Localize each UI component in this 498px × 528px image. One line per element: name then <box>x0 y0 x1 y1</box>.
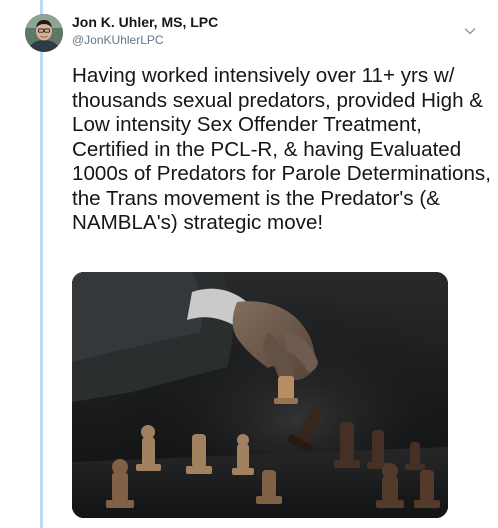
chess-photo <box>72 272 448 518</box>
author-handle[interactable]: @JonKUhlerLPC <box>72 33 164 47</box>
tweet-media[interactable] <box>72 272 448 518</box>
avatar-photo <box>25 14 63 52</box>
chevron-down-icon[interactable] <box>462 23 478 39</box>
thread-connector-line <box>40 0 43 528</box>
tweet-text: Having worked intensively over 11+ yrs w… <box>72 64 491 234</box>
avatar[interactable] <box>25 14 63 52</box>
author-name[interactable]: Jon K. Uhler, MS, LPC <box>72 14 218 30</box>
